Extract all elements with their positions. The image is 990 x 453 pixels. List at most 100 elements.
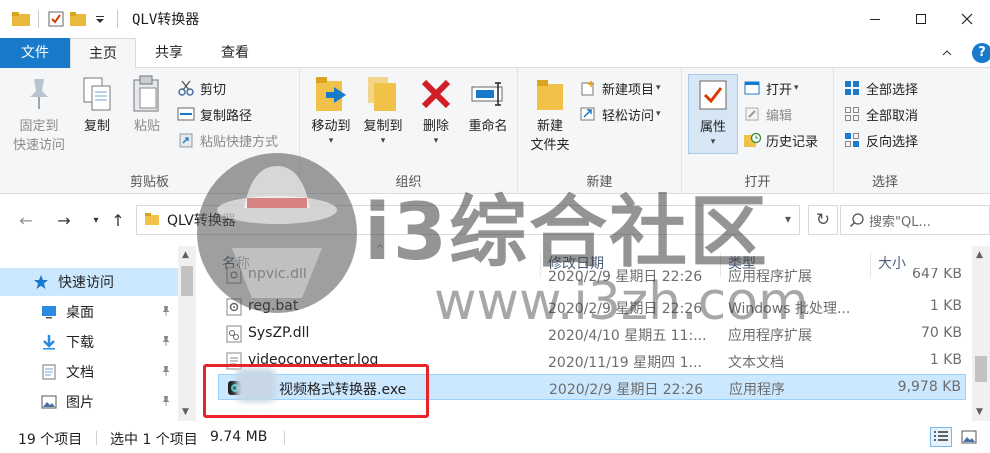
sidebar-item-downloads[interactable]: 下载 — [0, 328, 178, 356]
recent-locations-chevron-icon[interactable]: ▾ — [84, 208, 108, 232]
table-row[interactable]: videoconverter.log 2020/11/19 星期四 1... 文… — [218, 348, 966, 374]
large-icons-view-icon[interactable] — [958, 427, 980, 447]
pin-icon[interactable] — [160, 395, 172, 411]
document-icon — [40, 363, 58, 381]
sidebar-item-documents[interactable]: 文档 — [0, 358, 178, 386]
clipboard-group: 固定到 快速访问 复制 粘贴 剪切 复制路径 粘贴快捷方式 剪贴板 — [0, 68, 300, 194]
address-path: QLV转换器 — [167, 213, 236, 229]
dll-file-icon — [226, 268, 242, 284]
copy-to-icon — [363, 74, 403, 114]
ribbon: 固定到 快速访问 复制 粘贴 剪切 复制路径 粘贴快捷方式 剪贴板 移动到 ▾ … — [0, 68, 990, 194]
scrollbar-thumb[interactable] — [975, 356, 987, 382]
copy-path-icon — [176, 104, 196, 124]
address-dropdown-chevron-icon[interactable]: ▾ — [785, 212, 791, 226]
status-item-count: 19 个项目 — [18, 432, 83, 448]
pin-icon[interactable] — [160, 365, 172, 381]
file-list-scrollbar[interactable]: ▲ ▼ — [972, 246, 990, 421]
download-icon — [40, 333, 58, 351]
table-row[interactable]: npvic.dll 2020/2/9 星期日 22:26 应用程序扩展 647 … — [218, 268, 966, 288]
pin-quick-access-button[interactable]: 固定到 快速访问 — [10, 74, 68, 155]
pin-icon[interactable] — [160, 335, 172, 351]
select-all-button[interactable]: 全部选择 — [842, 76, 918, 100]
copy-icon — [77, 74, 117, 114]
text-file-icon — [226, 352, 242, 370]
organize-group: 移动到 ▾ 复制到 ▾ 删除 ▾ 重命名 组织 — [300, 68, 518, 194]
new-item-button[interactable]: 新建项目 ▾ — [578, 76, 661, 100]
paste-shortcut-button[interactable]: 粘贴快捷方式 — [176, 128, 278, 152]
cut-button[interactable]: 剪切 — [176, 76, 226, 100]
select-none-icon — [842, 104, 862, 124]
scissors-icon — [176, 78, 196, 98]
back-arrow-icon[interactable]: ← — [14, 208, 38, 232]
delete-button[interactable]: 删除 ▾ — [416, 74, 456, 146]
up-arrow-icon[interactable]: ↑ — [106, 208, 130, 232]
sidebar-item-pictures[interactable]: 图片 — [0, 388, 178, 416]
window-title: QLV转换器 — [132, 12, 200, 28]
tab-share[interactable]: 共享 — [136, 38, 202, 68]
file-list: 名称 ^ 修改日期 类型 大小 npvic.dll 2020/2/9 星期日 2… — [196, 244, 990, 421]
close-button[interactable] — [944, 0, 990, 38]
tab-view[interactable]: 查看 — [202, 38, 268, 68]
navigation-scrollbar[interactable]: ▲ ▼ — [178, 246, 196, 421]
move-to-button[interactable]: 移动到 ▾ — [306, 74, 356, 146]
select-all-icon — [842, 78, 862, 98]
picture-icon — [40, 393, 58, 411]
details-view-icon[interactable] — [930, 427, 952, 447]
history-button[interactable]: 历史记录 — [742, 128, 818, 152]
scroll-up-arrow-icon[interactable]: ▲ — [182, 250, 189, 260]
scrollbar-thumb[interactable] — [181, 266, 193, 296]
navigation-bar: ← → ▾ ↑ QLV转换器 ▾ ↻ 搜索"QL... — [0, 194, 990, 246]
minimize-button[interactable] — [852, 0, 898, 38]
new-item-icon — [578, 78, 598, 98]
new-group-label: 新建 — [586, 175, 613, 190]
customize-qat-chevron-icon[interactable] — [89, 8, 111, 30]
easy-access-button[interactable]: 轻松访问 ▾ — [578, 102, 661, 126]
paste-button[interactable]: 粘贴 — [126, 74, 168, 136]
new-folder-button[interactable]: 新建 文件夹 — [524, 74, 576, 155]
collapse-ribbon-chevron-icon[interactable] — [938, 44, 956, 62]
tab-home[interactable]: 主页 — [70, 38, 136, 69]
select-none-button[interactable]: 全部取消 — [842, 102, 918, 126]
table-row[interactable]: reg.bat 2020/2/9 星期日 22:26 Windows 批处理..… — [218, 294, 966, 320]
address-bar[interactable]: QLV转换器 ▾ — [136, 205, 800, 235]
new-folder-qat-button[interactable] — [67, 8, 89, 30]
open-group: 属性 ▾ 打开 ▾ 编辑 历史记录 打开 — [682, 68, 834, 194]
tab-file[interactable]: 文件 — [0, 38, 70, 68]
star-icon — [32, 273, 50, 291]
status-size: 9.74 MB — [210, 429, 268, 445]
table-row-selected[interactable]: 视频格式转换器.exe 2020/2/9 星期日 22:26 应用程序 9,97… — [218, 374, 966, 400]
desktop-icon — [40, 303, 58, 321]
move-to-icon — [311, 74, 351, 114]
pin-icon[interactable] — [160, 305, 172, 321]
rename-icon — [468, 74, 508, 114]
properties-qat-button[interactable] — [45, 8, 67, 30]
forward-arrow-icon[interactable]: → — [52, 208, 76, 232]
maximize-button[interactable] — [898, 0, 944, 38]
new-group: 新建 文件夹 新建项目 ▾ 轻松访问 ▾ 新建 — [518, 68, 682, 194]
help-icon[interactable]: ? — [972, 43, 990, 63]
sort-caret-icon: ^ — [376, 244, 385, 255]
copy-to-button[interactable]: 复制到 ▾ — [358, 74, 408, 146]
open-button[interactable]: 打开 ▾ — [742, 76, 799, 100]
copy-path-button[interactable]: 复制路径 — [176, 102, 252, 126]
sidebar-item-quick-access[interactable]: 快速访问 — [0, 268, 178, 296]
search-placeholder: 搜索"QL... — [869, 214, 931, 230]
refresh-icon[interactable]: ↻ — [808, 205, 838, 235]
sidebar-item-desktop[interactable]: 桌面 — [0, 298, 178, 326]
pin-icon — [19, 74, 59, 114]
table-row[interactable]: SysZP.dll 2020/4/10 星期五 11:... 应用程序扩展 70… — [218, 321, 966, 347]
search-input[interactable]: 搜索"QL... — [840, 205, 990, 235]
invert-selection-button[interactable]: 反向选择 — [842, 128, 918, 152]
select-group-label: 选择 — [871, 175, 898, 190]
scroll-down-arrow-icon[interactable]: ▼ — [182, 407, 189, 417]
scroll-up-arrow-icon[interactable]: ▲ — [976, 250, 983, 260]
edit-button[interactable]: 编辑 — [742, 102, 792, 126]
rename-button[interactable]: 重命名 — [462, 74, 514, 136]
scroll-down-arrow-icon[interactable]: ▼ — [976, 407, 983, 417]
ribbon-tab-bar: 文件 主页 共享 查看 ? — [0, 38, 990, 69]
folder-icon — [10, 8, 32, 30]
copy-button[interactable]: 复制 — [76, 74, 118, 136]
open-group-label: 打开 — [744, 175, 771, 190]
properties-button[interactable]: 属性 ▾ — [688, 74, 738, 154]
search-icon — [849, 212, 865, 232]
